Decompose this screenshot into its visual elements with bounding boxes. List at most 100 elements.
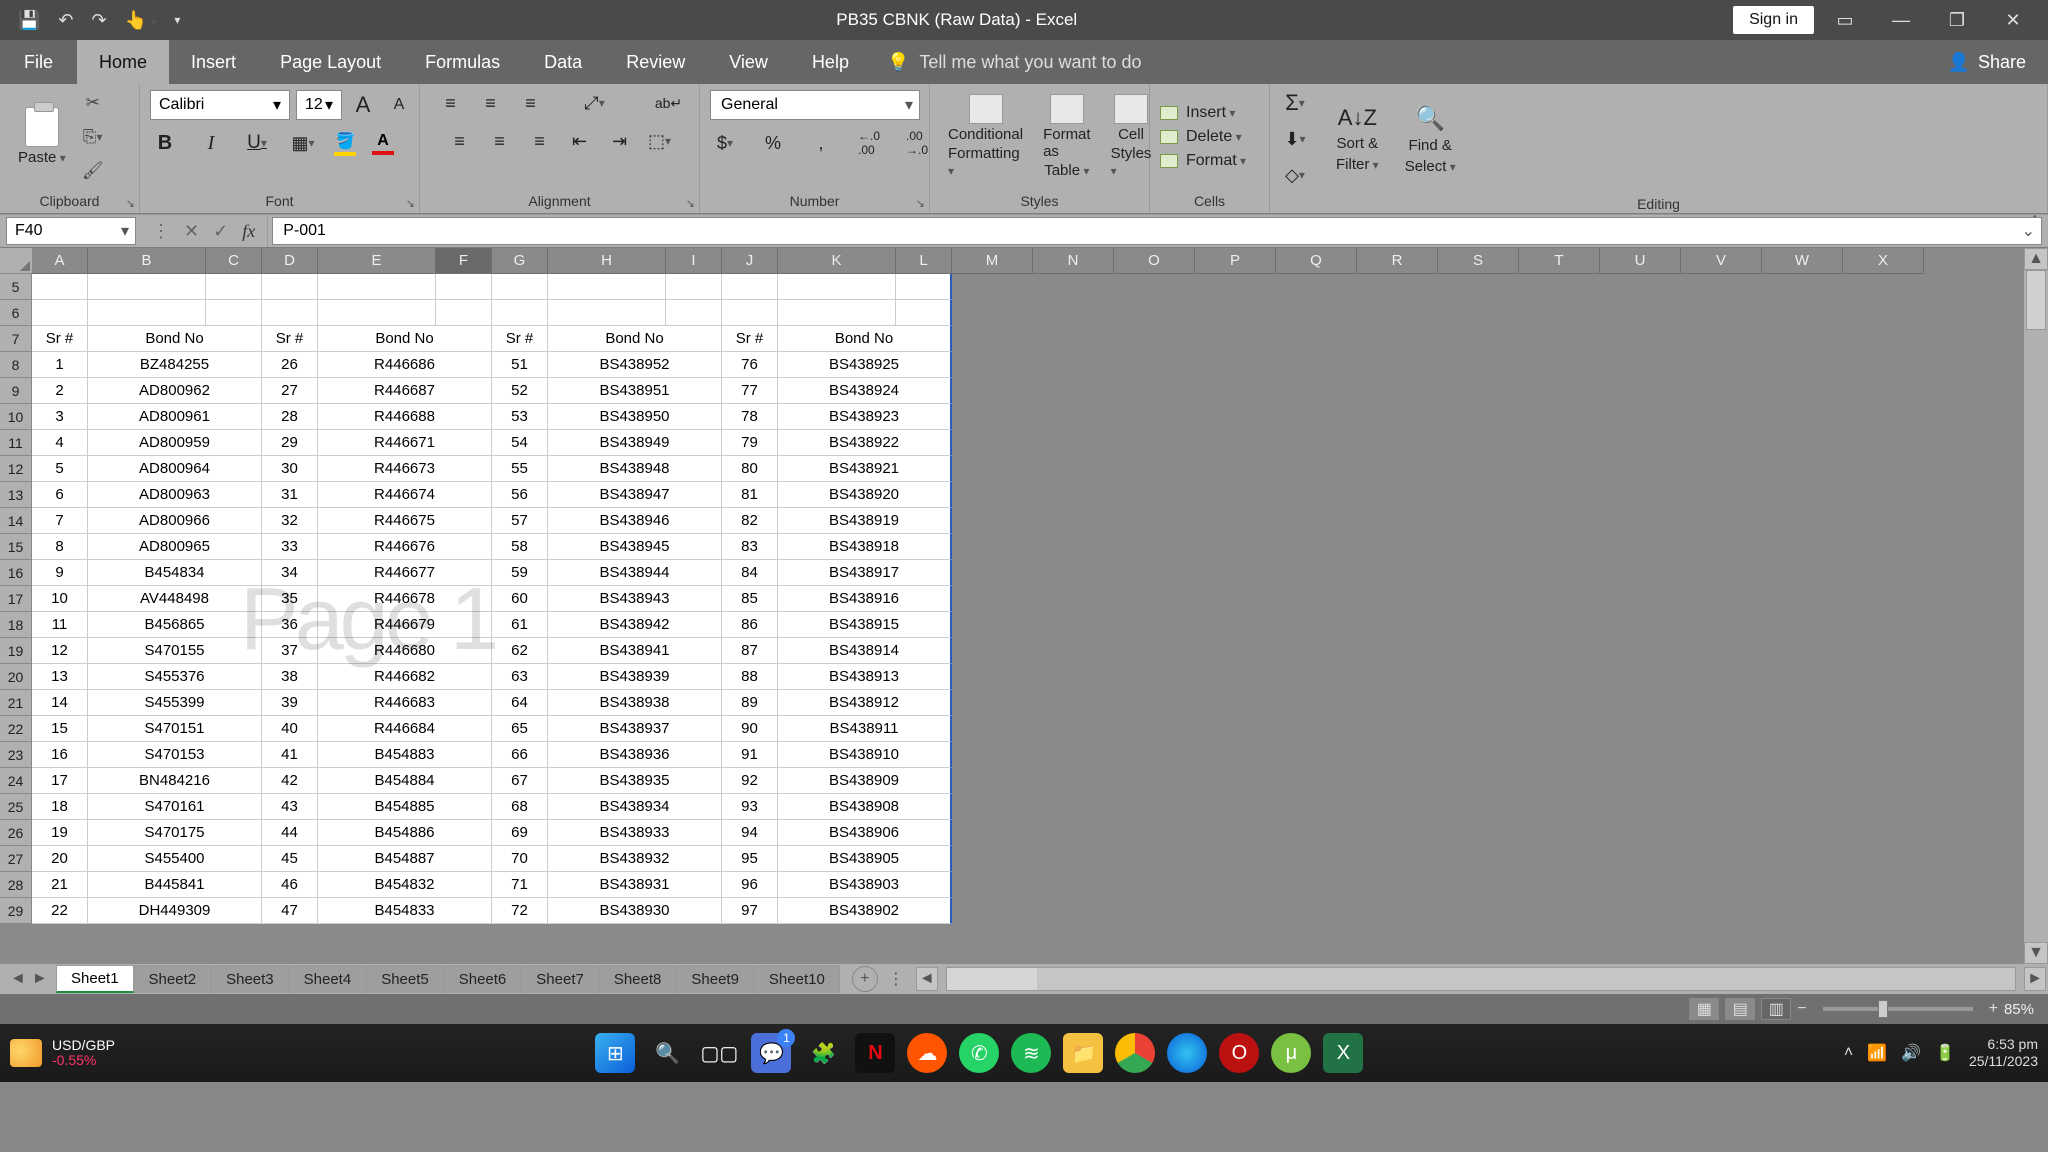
tray-overflow-icon[interactable]: ˄ [1844,1044,1853,1062]
insert-button[interactable]: Insert [1160,104,1246,122]
cell-J15[interactable]: 83 [722,534,778,560]
ribbon-tab-data[interactable]: Data [522,40,604,84]
cell-B19[interactable]: S470155 [88,638,262,664]
namebox-more-icon[interactable]: ⋮ [152,221,170,242]
cell-E6[interactable] [318,300,436,326]
cell-B24[interactable]: BN484216 [88,768,262,794]
zoom-in-icon[interactable]: + [1989,1000,1998,1018]
cell-J29[interactable]: 97 [722,898,778,924]
cell-A11[interactable]: 4 [32,430,88,456]
cell-J5[interactable] [722,274,778,300]
cell-L5[interactable] [896,274,952,300]
cell-K10[interactable]: BS438923 [778,404,952,430]
cell-E27[interactable]: B454887 [318,846,492,872]
add-sheet-button[interactable]: + [852,966,878,992]
cell-K28[interactable]: BS438903 [778,872,952,898]
cell-J18[interactable]: 86 [722,612,778,638]
wrap-text-icon[interactable]: ab↵ [654,90,684,116]
cell-A14[interactable]: 7 [32,508,88,534]
number-format-dropdown[interactable]: General [710,90,920,120]
row-header-23[interactable]: 23 [0,742,32,768]
cell-H13[interactable]: BS438947 [548,482,722,508]
zoom-handle[interactable] [1878,1000,1888,1018]
signin-button[interactable]: Sign in [1733,6,1814,34]
cell-H25[interactable]: BS438934 [548,794,722,820]
row-header-16[interactable]: 16 [0,560,32,586]
bold-button[interactable]: B [150,130,180,156]
cell-J25[interactable]: 93 [722,794,778,820]
cell-H18[interactable]: BS438942 [548,612,722,638]
cell-K16[interactable]: BS438917 [778,560,952,586]
ribbon-tab-view[interactable]: View [707,40,790,84]
cell-G28[interactable]: 71 [492,872,548,898]
netflix-icon[interactable]: N [855,1033,895,1073]
cell-G9[interactable]: 52 [492,378,548,404]
cell-B23[interactable]: S470153 [88,742,262,768]
cell-A19[interactable]: 12 [32,638,88,664]
cell-B20[interactable]: S455376 [88,664,262,690]
hscroll-left-icon[interactable]: ◄ [916,967,938,991]
ribbon-options-icon[interactable]: ▭ [1820,0,1870,40]
cell-E8[interactable]: R446686 [318,352,492,378]
autosum-icon[interactable]: Σ [1280,90,1310,116]
clear-icon[interactable]: ◇ [1280,162,1310,188]
excel-icon[interactable]: X [1323,1033,1363,1073]
cell-B21[interactable]: S455399 [88,690,262,716]
cell-G8[interactable]: 51 [492,352,548,378]
cell-D14[interactable]: 32 [262,508,318,534]
soundcloud-icon[interactable]: ☁ [907,1033,947,1073]
sort-filter-button[interactable]: A↓Z Sort & Filter [1336,105,1379,173]
start-icon[interactable]: ⊞ [595,1033,635,1073]
decrease-decimal-icon[interactable]: .00→.0 [902,130,932,156]
cell-E22[interactable]: R446684 [318,716,492,742]
cell-H19[interactable]: BS438941 [548,638,722,664]
ribbon-tab-page-layout[interactable]: Page Layout [258,40,403,84]
name-box[interactable]: F40 [6,217,136,245]
cell-A5[interactable] [32,274,88,300]
cell-J21[interactable]: 89 [722,690,778,716]
cell-A10[interactable]: 3 [32,404,88,430]
sheet-tab-sheet4[interactable]: Sheet4 [289,965,367,993]
cell-J14[interactable]: 82 [722,508,778,534]
cell-G14[interactable]: 57 [492,508,548,534]
row-header-17[interactable]: 17 [0,586,32,612]
search-icon[interactable]: 🔍 [647,1033,687,1073]
cell-E17[interactable]: R446678 [318,586,492,612]
cell-J16[interactable]: 84 [722,560,778,586]
row-header-8[interactable]: 8 [0,352,32,378]
prev-sheet-icon[interactable]: ◄ [10,970,26,988]
shrink-font-icon[interactable]: A [384,92,414,118]
cell-J11[interactable]: 79 [722,430,778,456]
cell-A29[interactable]: 22 [32,898,88,924]
cell-E29[interactable]: B454833 [318,898,492,924]
col-header-L[interactable]: L [896,248,952,274]
row-header-27[interactable]: 27 [0,846,32,872]
expand-formula-bar-icon[interactable]: ⌄ [2022,221,2035,241]
share-button[interactable]: 👤 Share [1926,40,2048,84]
cell-H10[interactable]: BS438950 [548,404,722,430]
cell-G10[interactable]: 53 [492,404,548,430]
cell-K24[interactable]: BS438909 [778,768,952,794]
col-header-K[interactable]: K [778,248,896,274]
cell-K6[interactable] [778,300,896,326]
col-header-F[interactable]: F [436,248,492,274]
cell-J26[interactable]: 94 [722,820,778,846]
maximize-icon[interactable]: ❐ [1932,0,1982,40]
font-size-input[interactable]: 12▾ [296,90,342,120]
dialog-launcher-icon[interactable]: ↘ [126,197,135,210]
cell-A16[interactable]: 9 [32,560,88,586]
cell-E19[interactable]: R446680 [318,638,492,664]
cell-G24[interactable]: 67 [492,768,548,794]
formula-input[interactable]: P-001 ⌄ [272,217,2042,245]
cell-D12[interactable]: 30 [262,456,318,482]
page-break-view-icon[interactable]: ▥ [1761,998,1791,1020]
cell-D24[interactable]: 42 [262,768,318,794]
save-icon[interactable]: 💾 [18,10,40,31]
cell-A23[interactable]: 16 [32,742,88,768]
ribbon-tab-help[interactable]: Help [790,40,871,84]
ribbon-tab-insert[interactable]: Insert [169,40,258,84]
comma-format-icon[interactable]: , [806,130,836,156]
cell-J28[interactable]: 96 [722,872,778,898]
taskbar-clock[interactable]: 6:53 pm 25/11/2023 [1969,1036,2038,1070]
sheet-tab-sheet2[interactable]: Sheet2 [134,965,212,993]
